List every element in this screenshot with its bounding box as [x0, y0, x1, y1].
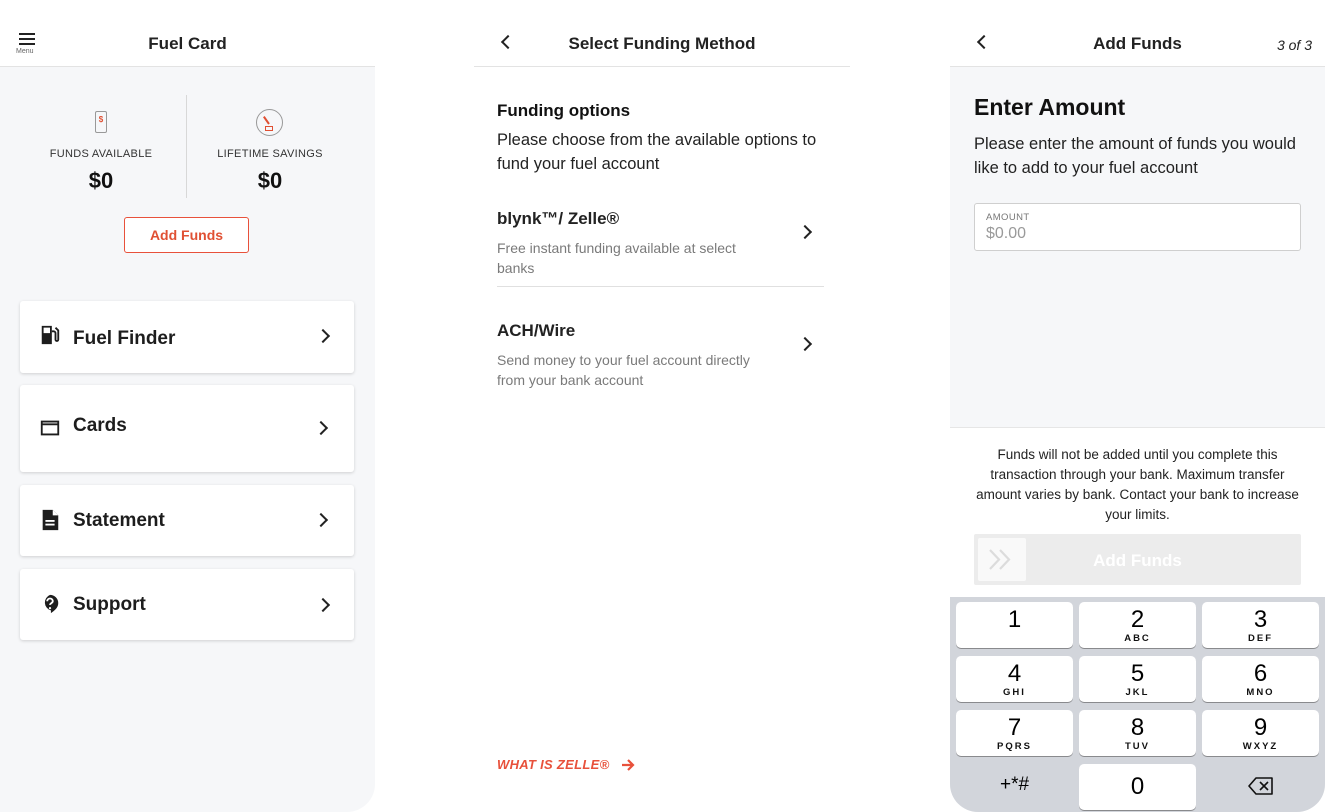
- key-digit: 6: [1253, 660, 1268, 687]
- key-9[interactable]: 9 WXYZ: [1202, 710, 1319, 756]
- menu-item-label: Support: [73, 594, 146, 615]
- menu-item-label: Statement: [73, 510, 165, 531]
- amount-field[interactable]: AMOUNT: [974, 203, 1301, 251]
- funding-options-description: Please choose from the available options…: [497, 131, 817, 173]
- speedometer-icon: [255, 108, 285, 138]
- what-is-zelle-link[interactable]: WHAT IS ZELLE®: [497, 757, 609, 772]
- add-funds-label: Add Funds: [1093, 551, 1182, 570]
- menu-item-cards[interactable]: Cards: [20, 385, 354, 472]
- key-delete[interactable]: [1202, 764, 1319, 810]
- key-3[interactable]: 3 DEF: [1202, 602, 1319, 648]
- add-funds-screen: Add Funds 3 of 3 Enter Amount Please ent…: [950, 0, 1325, 812]
- key-6[interactable]: 6 MNO: [1202, 656, 1319, 702]
- top-bar: Select Funding Method: [474, 0, 850, 67]
- chevron-right-icon: [313, 420, 329, 436]
- key-letters: TUV: [1125, 741, 1150, 752]
- key-digit: 8: [1130, 714, 1145, 741]
- document-icon: [42, 509, 59, 531]
- backspace-icon: [1247, 777, 1273, 795]
- key-letters: DEF: [1248, 633, 1273, 644]
- option-description: Send money to your fuel account directly…: [497, 352, 750, 388]
- key-letters: WXYZ: [1242, 741, 1279, 752]
- submit-area: Funds will not be added until you comple…: [950, 427, 1325, 599]
- menu-item-support[interactable]: Support: [20, 569, 354, 640]
- key-digit: 1: [1007, 606, 1022, 633]
- arrow-right-icon[interactable]: [621, 758, 635, 772]
- key-digit: 0: [1130, 773, 1145, 800]
- top-bar: Menu Fuel Card: [0, 0, 375, 67]
- fuel-card-screen: Menu Fuel Card $ FUNDS AVAILABLE $0 LIFE…: [0, 0, 375, 812]
- key-1[interactable]: 1: [956, 602, 1073, 648]
- key-letters: PQRS: [997, 741, 1032, 752]
- key-4[interactable]: 4 GHI: [956, 656, 1073, 702]
- funds-available-label: FUNDS AVAILABLE: [49, 148, 153, 160]
- page-title: Select Funding Method: [568, 34, 756, 53]
- funding-option-ach-wire[interactable]: ACH/Wire Send money to your fuel account…: [497, 321, 824, 391]
- key-2[interactable]: 2 ABC: [1079, 602, 1196, 648]
- amount-input[interactable]: [986, 225, 1286, 243]
- option-divider: [497, 286, 824, 287]
- menu-item-fuel-finder[interactable]: Fuel Finder: [20, 301, 354, 373]
- chevron-right-icon: [313, 512, 329, 528]
- page-title: Add Funds: [1093, 34, 1182, 53]
- add-funds-button[interactable]: Add Funds: [124, 217, 249, 253]
- key-symbols[interactable]: +*#: [956, 764, 1073, 810]
- amount-label: AMOUNT: [986, 212, 1030, 223]
- key-symbols-label: +*#: [999, 774, 1030, 795]
- funds-available-value: $0: [88, 168, 114, 193]
- stat-divider: [186, 95, 187, 198]
- enter-amount-heading: Enter Amount: [974, 94, 1126, 120]
- key-5[interactable]: 5 JKL: [1079, 656, 1196, 702]
- chevron-right-icon: [315, 597, 331, 613]
- key-0[interactable]: 0: [1079, 764, 1196, 810]
- key-letters: GHI: [1003, 687, 1026, 698]
- key-digit: 2: [1130, 606, 1145, 633]
- funds-available: $ FUNDS AVAILABLE $0: [21, 108, 181, 194]
- enter-amount-description: Please enter the amount of funds you wou…: [974, 135, 1296, 177]
- key-letters: MNO: [1246, 687, 1275, 698]
- lifetime-savings-label: LIFETIME SAVINGS: [217, 148, 323, 160]
- option-title: blynk™/ Zelle®: [497, 209, 620, 228]
- top-bar: Add Funds 3 of 3: [950, 0, 1325, 67]
- key-digit: 7: [1007, 714, 1022, 741]
- add-funds-slide-button[interactable]: Add Funds: [974, 534, 1301, 585]
- page-title: Fuel Card: [148, 34, 227, 53]
- key-7[interactable]: 7 PQRS: [956, 710, 1073, 756]
- funding-options-heading: Funding options: [497, 101, 631, 120]
- funds-note: Funds will not be added until you comple…: [976, 447, 1299, 522]
- phone-dollar-icon: $: [86, 108, 116, 138]
- key-digit: 5: [1130, 660, 1145, 687]
- help-icon: [44, 594, 59, 614]
- menu-item-label: Cards: [73, 415, 127, 436]
- key-digit: 3: [1253, 606, 1268, 633]
- key-letters: JKL: [1125, 687, 1150, 698]
- key-letters: ABC: [1124, 633, 1151, 644]
- key-8[interactable]: 8 TUV: [1079, 710, 1196, 756]
- lifetime-savings-value: $0: [257, 168, 283, 193]
- option-title: ACH/Wire: [497, 321, 576, 340]
- chevron-right-icon: [315, 328, 331, 344]
- step-indicator: 3 of 3: [1276, 37, 1312, 53]
- fuel-pump-icon: [41, 325, 60, 345]
- key-digit: 9: [1253, 714, 1268, 741]
- option-description: Free instant funding available at select…: [497, 240, 736, 276]
- numeric-keypad: 1 2 ABC 3 DEF 4 GHI 5 JKL 6 MNO 7 PQRS 8 TUV 9W…: [950, 597, 1325, 812]
- credit-card-icon: [40, 420, 60, 436]
- lifetime-savings: LIFETIME SAVINGS $0: [190, 108, 350, 194]
- funding-option-zelle[interactable]: blynk™/ Zelle® Free instant funding avai…: [497, 209, 824, 279]
- key-digit: 4: [1007, 660, 1022, 687]
- menu-item-statement[interactable]: Statement: [20, 485, 354, 556]
- menu-item-label: Fuel Finder: [73, 328, 176, 349]
- select-funding-method-screen: Select Funding Method Funding options Pl…: [474, 0, 850, 812]
